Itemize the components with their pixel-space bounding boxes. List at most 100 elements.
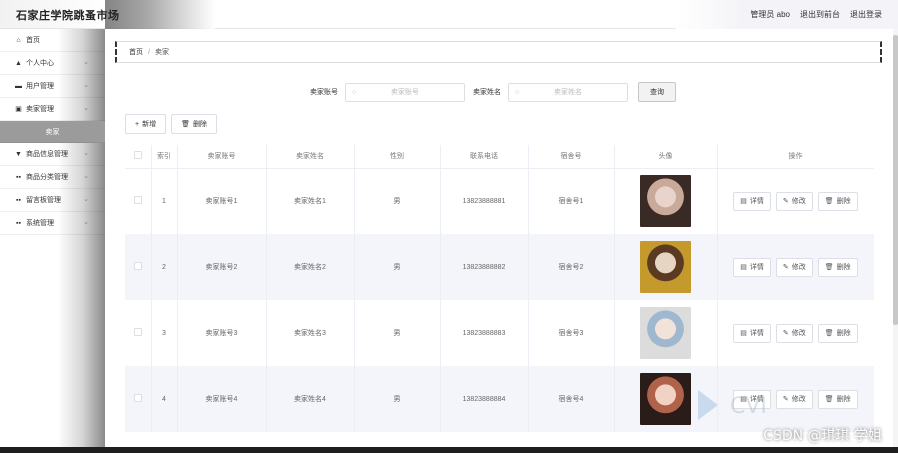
sidebar-item-label: 首页 (26, 37, 40, 44)
cell-gender: 男 (354, 168, 441, 234)
trash-icon: 🗑 (824, 198, 834, 206)
select-all-checkbox[interactable] (133, 151, 142, 160)
sidebar-item[interactable]: ▪▪ 商品分类管理 ⌄ (0, 166, 105, 189)
row-select[interactable] (125, 366, 152, 432)
chevron-down-icon: ⌄ (83, 219, 89, 226)
cell-name: 卖家姓名3 (266, 300, 355, 366)
sidebar-item-label: 商品分类管理 (26, 174, 68, 181)
header-cell: 操作 (717, 145, 874, 169)
sidebar-item[interactable]: ⌂ 首页 (0, 29, 105, 52)
breadcrumb-home[interactable]: 首页 (129, 47, 143, 57)
plus-icon: + (135, 120, 140, 128)
document-icon: ▤ (740, 264, 747, 271)
edit-button[interactable]: ✎ 修改 (775, 257, 813, 277)
front-link[interactable]: 退出到前台 (800, 9, 840, 20)
sidebar-subitem-seller[interactable]: 卖家 (0, 121, 105, 143)
detail-button[interactable]: ▤ 详情 (733, 257, 771, 277)
delete-button[interactable]: 🗑 删除 (171, 114, 217, 134)
table-row: 1 卖家账号1 卖家姓名1 男 13823888881 宿舍号1 ▤ 详情 ✎ 修改 🗑 删除 (125, 168, 874, 234)
account-label: 卖家账号 (310, 89, 338, 96)
edit-icon: ✎ (782, 264, 789, 271)
avatar (640, 373, 691, 425)
cell-index: 4 (151, 366, 178, 432)
sidebar-item[interactable]: ▪▪ 系统管理 ⌄ (0, 212, 105, 235)
detail-button[interactable]: ▤ 详情 (733, 323, 771, 343)
row-checkbox[interactable] (133, 328, 142, 336)
header-cell: 性别 (354, 145, 441, 169)
row-delete-button[interactable]: 🗑 删除 (817, 257, 858, 277)
cell-dorm: 宿舍号3 (528, 300, 615, 366)
cell-account: 卖家账号2 (177, 234, 267, 300)
add-button[interactable]: + 新增 (125, 114, 167, 134)
cell-name: 卖家姓名4 (266, 366, 355, 432)
avatar (640, 241, 691, 293)
row-select[interactable] (125, 234, 152, 300)
header-cell: 宿舍号 (528, 145, 615, 169)
edit-button[interactable]: ✎ 修改 (775, 323, 813, 343)
breadcrumb-separator: / (148, 48, 150, 56)
chevron-down-icon: ⌄ (83, 59, 89, 66)
delete-label: 删除 (192, 121, 207, 128)
account-placeholder: 卖家账号 (391, 89, 419, 96)
header-select[interactable] (125, 145, 152, 169)
grid-icon: ▪▪ (16, 173, 21, 181)
row-checkbox[interactable] (133, 262, 142, 270)
header-shade (105, 0, 215, 29)
edit-button[interactable]: ✎ 修改 (775, 191, 813, 211)
top-header: 石家庄学院跳蚤市场 管理员 abo 退出到前台 退出登录 (0, 0, 898, 29)
query-button[interactable]: 查询 (638, 82, 676, 102)
cell-gender: 男 (354, 300, 441, 366)
edit-label: 修改 (791, 198, 806, 206)
sidebar-item-label: 商品信息管理 (26, 151, 68, 158)
row-delete-button[interactable]: 🗑 删除 (817, 191, 858, 211)
cell-account: 卖家账号4 (177, 366, 267, 432)
account-search-input[interactable]: ○ 卖家账号 (345, 82, 465, 102)
grid-icon: ▪▪ (16, 196, 21, 204)
detail-label: 详情 (749, 330, 764, 337)
name-label: 卖家姓名 (473, 89, 501, 96)
sidebar-item-label: 系统管理 (26, 220, 54, 227)
cell-phone: 13823888883 (440, 300, 529, 366)
table-header-row: 索引 卖家账号 卖家姓名 性别 联系电话 宿舍号 头像 操作 (125, 145, 874, 169)
breadcrumb: 首页 / 卖家 (115, 41, 882, 63)
detail-label: 详情 (749, 198, 764, 206)
name-search-input[interactable]: ○ 卖家姓名 (508, 82, 628, 102)
add-label: 新增 (142, 121, 157, 128)
watermark-text: CSDN @琪琪 学姐 (763, 428, 882, 444)
action-bar: + 新增 🗑 删除 (125, 114, 217, 134)
logout-link[interactable]: 退出登录 (850, 9, 882, 20)
header-cell: 卖家账号 (177, 145, 267, 169)
sidebar-item[interactable]: ▼ 商品信息管理 ⌄ (0, 143, 105, 166)
sidebar-item[interactable]: ▬ 用户管理 ⌄ (0, 75, 105, 98)
name-placeholder: 卖家姓名 (554, 89, 582, 96)
svg-text:CVI: CVI (730, 394, 767, 419)
sidebar-item[interactable]: ▲ 个人中心 ⌄ (0, 52, 105, 75)
edit-label: 修改 (791, 264, 806, 271)
cell-index: 2 (151, 234, 178, 300)
sidebar-item-label: 卖家管理 (26, 106, 54, 113)
app-title: 石家庄学院跳蚤市场 (16, 10, 120, 22)
seller-icon: ▣ (15, 106, 22, 113)
document-icon: ▤ (740, 198, 747, 206)
chevron-down-icon: ⌄ (83, 150, 89, 157)
chevron-down-icon: ⌄ (83, 173, 89, 180)
vertical-scrollbar[interactable] (893, 29, 898, 453)
bottom-band (0, 447, 898, 453)
row-select[interactable] (125, 300, 152, 366)
sidebar-item-label: 卖家 (45, 128, 60, 136)
row-delete-button[interactable]: 🗑 删除 (817, 323, 858, 343)
scrollbar-thumb[interactable] (893, 35, 898, 325)
sidebar: ⌂ 首页 ▲ 个人中心 ⌄ ▬ 用户管理 ⌄ ▣ 卖家管理 ⌄ 卖家 ▼ 商品信息管理 ⌄ ▪▪ 商品分类管理 ⌄… (0, 29, 105, 453)
row-checkbox[interactable] (133, 394, 142, 402)
cell-avatar (614, 300, 718, 366)
sidebar-item[interactable]: ▣ 卖家管理 ⌄ (0, 98, 105, 121)
detail-button[interactable]: ▤ 详情 (733, 191, 771, 211)
header-cell: 卖家姓名 (266, 145, 355, 169)
row-checkbox[interactable] (133, 196, 142, 205)
sidebar-item[interactable]: ▪▪ 留言板管理 ⌄ (0, 189, 105, 212)
search-bar: 卖家账号 ○ 卖家账号 卖家姓名 ○ 卖家姓名 查询 (310, 82, 676, 102)
edit-label: 修改 (791, 330, 806, 337)
row-select[interactable] (125, 168, 152, 234)
row-delete-label: 删除 (836, 264, 851, 271)
cell-dorm: 宿舍号4 (528, 366, 615, 432)
